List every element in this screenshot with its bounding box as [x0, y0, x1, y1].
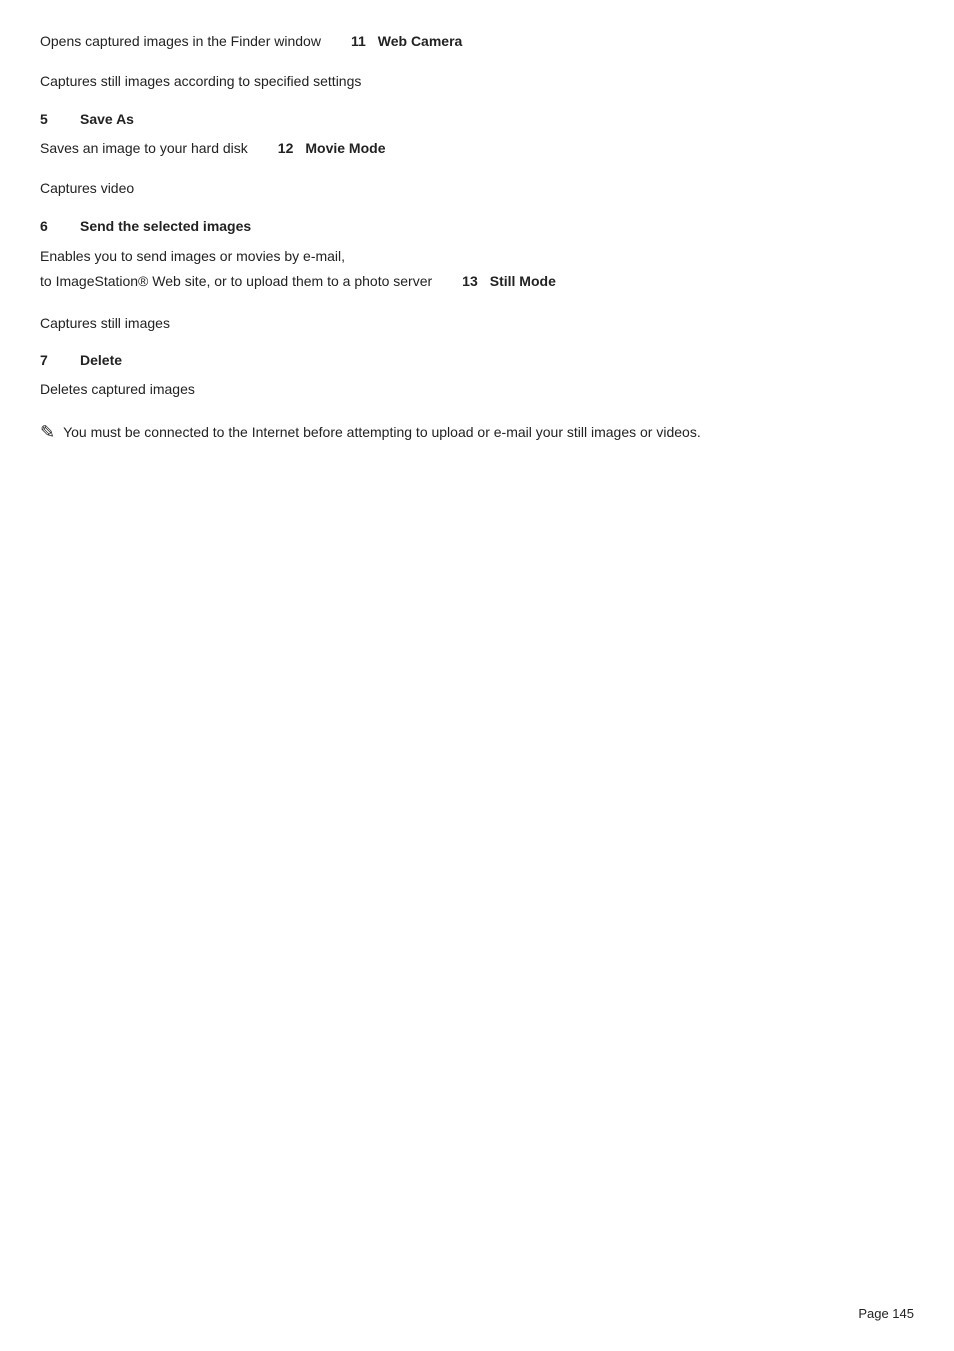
page-number: Page 145 — [858, 1306, 914, 1321]
page-content: Opens captured images in the Finder wind… — [0, 0, 954, 523]
save-as-title: Save As — [80, 111, 134, 127]
webcamera-title: Web Camera — [378, 33, 463, 49]
finder-description: Opens captured images in the Finder wind… — [40, 30, 321, 52]
saves-row: Saves an image to your hard disk 12 Movi… — [40, 137, 914, 159]
number-11: 11 — [351, 33, 366, 49]
send-images-title: Send the selected images — [80, 218, 251, 234]
enables-line1: Enables you to send images or movies by … — [40, 248, 345, 264]
saves-description: Saves an image to your hard disk — [40, 137, 248, 159]
finder-row: Opens captured images in the Finder wind… — [40, 30, 914, 52]
enables-line2: to ImageStation® Web site, or to upload … — [40, 270, 432, 292]
captures-still-desc: Captures still images according to speci… — [40, 70, 914, 92]
captures-video-desc: Captures video — [40, 177, 914, 199]
delete-title: Delete — [80, 352, 122, 368]
captures-still-images-desc: Captures still images — [40, 312, 914, 334]
number-7: 7 — [40, 352, 60, 368]
number-12: 12 — [278, 140, 294, 156]
number-5: 5 — [40, 111, 60, 127]
stillmode-title: Still Mode — [490, 269, 556, 294]
number-13: 13 — [462, 269, 478, 294]
note-block: ✎ You must be connected to the Internet … — [40, 421, 914, 443]
number-6: 6 — [40, 218, 60, 234]
deletes-captured-desc: Deletes captured images — [40, 378, 914, 400]
send-images-header: 6 Send the selected images — [40, 218, 914, 234]
delete-header: 7 Delete — [40, 352, 914, 368]
note-icon: ✎ — [40, 422, 55, 443]
note-text: You must be connected to the Internet be… — [63, 421, 701, 443]
save-as-header: 5 Save As — [40, 111, 914, 127]
moviemode-title: Movie Mode — [305, 140, 385, 156]
enables-row: Enables you to send images or movies by … — [40, 244, 914, 294]
